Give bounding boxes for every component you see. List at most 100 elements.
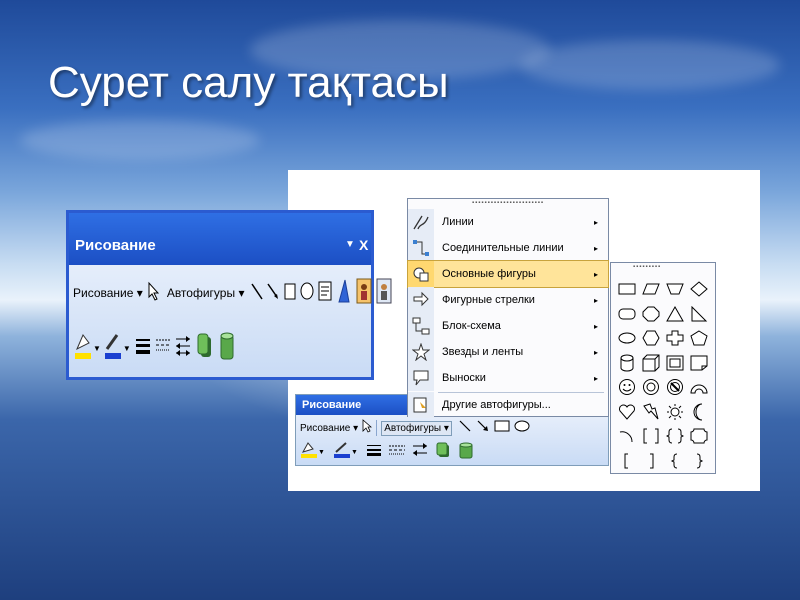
insert-picture-icon[interactable] xyxy=(376,278,392,309)
right-brace-icon[interactable] xyxy=(687,449,711,474)
draw-menu-button[interactable]: Рисование ▾ xyxy=(300,423,358,434)
shadow-style-icon[interactable] xyxy=(436,442,450,463)
line-style-icon[interactable] xyxy=(135,336,151,361)
right-bracket-icon[interactable] xyxy=(639,449,663,474)
heart-icon[interactable] xyxy=(615,400,639,425)
dash-style-icon[interactable] xyxy=(388,443,406,462)
menu-item-flowchart[interactable]: Блок-схема ▸ xyxy=(408,313,608,339)
submenu-arrow-icon: ▸ xyxy=(594,321,599,331)
fill-color-icon[interactable] xyxy=(300,441,318,464)
clipart-icon[interactable] xyxy=(356,278,372,309)
trapezoid-icon[interactable] xyxy=(663,277,687,302)
donut-icon[interactable] xyxy=(639,375,663,400)
submenu-arrow-icon: ▸ xyxy=(594,295,599,305)
connectors-icon xyxy=(408,235,434,261)
rounded-rectangle-icon[interactable] xyxy=(615,302,639,327)
octagon-icon[interactable] xyxy=(639,302,663,327)
3d-style-icon[interactable] xyxy=(219,331,237,366)
fill-color-icon[interactable] xyxy=(73,331,93,366)
parallelogram-icon[interactable] xyxy=(639,277,663,302)
lightning-icon[interactable] xyxy=(639,400,663,425)
rectangle-icon[interactable] xyxy=(615,277,639,302)
menu-item-connectors[interactable]: Соединительные линии ▸ xyxy=(408,235,608,261)
menu-item-basic-shapes[interactable]: Основные фигуры ▸ xyxy=(407,260,609,288)
dropdown-arrow-icon[interactable]: ▼ xyxy=(351,449,358,456)
menu-item-stars-banners[interactable]: Звезды и ленты ▸ xyxy=(408,339,608,365)
submenu-arrow-icon: ▸ xyxy=(594,269,599,279)
basic-shapes-icon xyxy=(408,261,434,287)
text-box-icon[interactable] xyxy=(318,280,332,307)
menu-item-block-arrows[interactable]: Фигурные стрелки ▸ xyxy=(408,287,608,313)
menu-item-label: Основные фигуры xyxy=(442,268,536,280)
slide-title: Сурет салу тақтасы xyxy=(48,58,449,107)
bevel-icon[interactable] xyxy=(663,351,687,376)
shadow-style-icon[interactable] xyxy=(197,333,213,364)
menu-item-more-autoshapes[interactable]: Другие автофигуры... xyxy=(408,392,608,418)
dropdown-arrow-icon[interactable]: ▼ xyxy=(318,449,325,456)
3d-style-icon[interactable] xyxy=(458,441,474,464)
autoshapes-button[interactable]: Автофигуры ▾ xyxy=(381,420,452,436)
menu-item-label: Выноски xyxy=(442,372,486,384)
smiley-icon[interactable] xyxy=(615,375,639,400)
left-brace-icon[interactable] xyxy=(663,449,687,474)
sun-icon[interactable] xyxy=(663,400,687,425)
block-arc-icon[interactable] xyxy=(687,375,711,400)
cross-icon[interactable] xyxy=(663,326,687,351)
block-arrows-icon xyxy=(408,287,434,313)
stars-icon xyxy=(408,339,434,365)
close-icon[interactable]: X xyxy=(359,237,368,253)
line-color-icon[interactable] xyxy=(333,441,351,464)
oval-icon[interactable] xyxy=(514,419,530,438)
right-triangle-icon[interactable] xyxy=(687,302,711,327)
submenu-arrow-icon: ▸ xyxy=(594,217,599,227)
select-objects-icon[interactable] xyxy=(147,281,159,306)
toolbar-title: Рисование xyxy=(75,237,156,254)
rectangle-icon[interactable] xyxy=(283,281,297,306)
menu-item-callouts[interactable]: Выноски ▸ xyxy=(408,365,608,391)
line-color-icon[interactable] xyxy=(103,331,123,366)
cloud-decoration xyxy=(20,120,260,160)
dropdown-arrow-icon: ▾ xyxy=(136,286,143,300)
menu-item-lines[interactable]: Линии ▸ xyxy=(408,209,608,235)
wordart-icon[interactable] xyxy=(336,278,352,309)
no-symbol-icon[interactable] xyxy=(663,375,687,400)
toolbar-title-bar[interactable]: Рисование ▼ X xyxy=(69,213,371,265)
arrow-icon[interactable] xyxy=(266,281,280,306)
pentagon-icon[interactable] xyxy=(687,326,711,351)
flowchart-icon xyxy=(408,313,434,339)
hexagon-icon[interactable] xyxy=(639,326,663,351)
line-style-icon[interactable] xyxy=(366,443,382,462)
left-bracket-icon[interactable] xyxy=(615,449,639,474)
arrow-style-icon[interactable] xyxy=(412,442,428,463)
triangle-icon[interactable] xyxy=(663,302,687,327)
can-icon[interactable] xyxy=(615,351,639,376)
double-brace-icon[interactable] xyxy=(663,424,687,449)
folded-corner-icon[interactable] xyxy=(687,351,711,376)
dropdown-arrow-icon[interactable]: ▼ xyxy=(93,344,101,353)
dash-style-icon[interactable] xyxy=(155,336,171,361)
autoshapes-button[interactable]: Автофигуры ▾ xyxy=(167,286,245,300)
arrow-icon[interactable] xyxy=(476,419,490,438)
plaque-icon[interactable] xyxy=(687,424,711,449)
palette-grip[interactable]: ▪▪▪▪▪▪▪▪▪ xyxy=(633,264,661,270)
diamond-icon[interactable] xyxy=(687,277,711,302)
select-objects-icon[interactable] xyxy=(362,418,373,438)
oval-icon[interactable] xyxy=(615,326,639,351)
rectangle-icon[interactable] xyxy=(494,419,510,438)
line-icon[interactable] xyxy=(458,419,472,438)
arc-icon[interactable] xyxy=(615,424,639,449)
draw-menu-label: Рисование xyxy=(300,422,351,434)
dropdown-arrow-icon[interactable]: ▼ xyxy=(123,344,131,353)
menu-grip[interactable]: ▪▪▪▪▪▪▪▪▪▪▪▪▪▪▪▪▪▪▪▪▪▪▪ xyxy=(408,199,608,207)
draw-menu-button[interactable]: Рисование ▾ xyxy=(73,286,143,300)
double-bracket-icon[interactable] xyxy=(639,424,663,449)
line-icon[interactable] xyxy=(250,281,264,306)
cube-icon[interactable] xyxy=(639,351,663,376)
autoshapes-menu: ▪▪▪▪▪▪▪▪▪▪▪▪▪▪▪▪▪▪▪▪▪▪▪ Линии ▸ Соединит… xyxy=(407,198,609,418)
arrow-style-icon[interactable] xyxy=(175,334,191,363)
moon-icon[interactable] xyxy=(687,400,711,425)
dropdown-arrow-icon: ▾ xyxy=(238,286,245,300)
toolbar-options-icon[interactable]: ▼ xyxy=(345,239,355,250)
submenu-arrow-icon: ▸ xyxy=(594,373,599,383)
oval-icon[interactable] xyxy=(299,281,315,306)
